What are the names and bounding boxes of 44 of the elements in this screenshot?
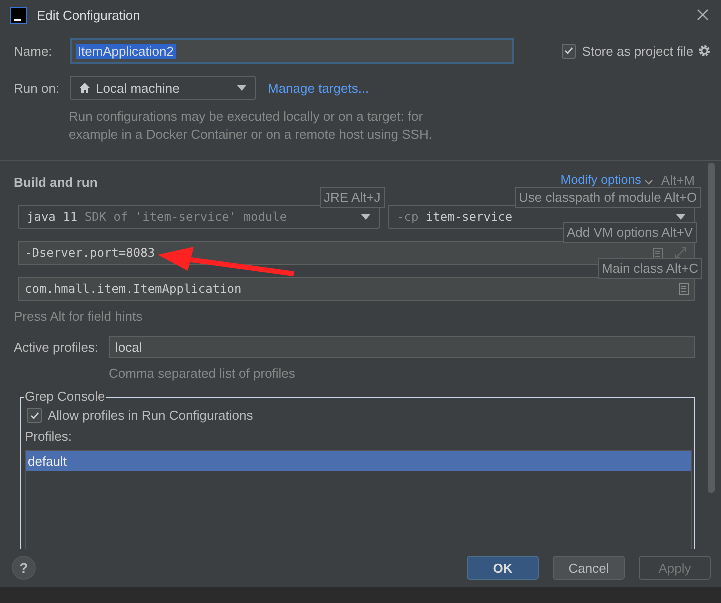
settings-icon[interactable] — [698, 44, 711, 58]
app-logo-icon — [10, 6, 27, 24]
jre-dropdown[interactable]: java 11 SDK of 'item-service' module — [18, 205, 380, 229]
caret-icon — [361, 214, 371, 220]
field-hints-text: Press Alt for field hints — [14, 309, 144, 324]
help-button[interactable]: ? — [12, 556, 36, 580]
profiles-label: Profiles: — [25, 429, 73, 444]
caret-icon — [676, 214, 686, 220]
manage-targets-link[interactable]: Manage targets... — [268, 80, 370, 96]
section-title: Build and run — [14, 174, 98, 190]
shortcut-tooltip: Add VM options Alt+V — [563, 222, 698, 243]
window-title: Edit Configuration — [37, 8, 140, 22]
store-label: Store as project file — [582, 44, 694, 58]
home-icon — [79, 82, 91, 94]
caret-icon — [237, 85, 247, 91]
run-on-description: Run configurations may be executed locally or on a target: for example in a Docker Container or on a remote host using SSH. — [69, 108, 434, 144]
name-label: Name: — [14, 44, 54, 58]
dialog-button[interactable]: Cancel — [553, 556, 625, 580]
allow-profiles-checkbox[interactable] — [27, 408, 42, 423]
active-profiles-field[interactable]: local — [108, 336, 695, 358]
store-checkbox[interactable] — [562, 44, 576, 58]
close-icon[interactable] — [697, 9, 709, 21]
scrollbar[interactable] — [708, 163, 715, 493]
shortcut-tooltip: JRE Alt+J — [320, 187, 385, 208]
main-class-field[interactable]: com.hmall.item.ItemApplication — [18, 277, 695, 301]
chevron-down-icon — [645, 180, 654, 184]
shortcut-tooltip: Main class Alt+C — [598, 258, 702, 279]
modify-options-link[interactable]: Modify options — [560, 173, 642, 187]
document-icon[interactable] — [679, 283, 689, 295]
run-on-dropdown[interactable]: Local machine — [70, 76, 256, 100]
dialog-button[interactable]: OK — [467, 556, 539, 580]
check-icon — [30, 410, 40, 420]
run-on-label: Run on: — [14, 80, 61, 96]
profile-item[interactable]: default — [26, 451, 691, 471]
shortcut-tooltip: Use classpath of module Alt+O — [515, 187, 702, 208]
document-icon[interactable] — [653, 248, 663, 260]
group-title: Grep Console — [24, 389, 106, 404]
vm-options-field[interactable]: -Dserver.port=8083 — [18, 241, 695, 265]
name-field[interactable]: ItemApplication2 — [70, 38, 514, 64]
shortcut-label: Alt+M — [661, 172, 695, 188]
check-icon — [564, 46, 574, 56]
allow-profiles-label: Allow profiles in Run Configurations — [48, 408, 254, 423]
profiles-hint: Comma separated list of profiles — [109, 366, 296, 381]
active-profiles-label: Active profiles: — [14, 340, 99, 354]
